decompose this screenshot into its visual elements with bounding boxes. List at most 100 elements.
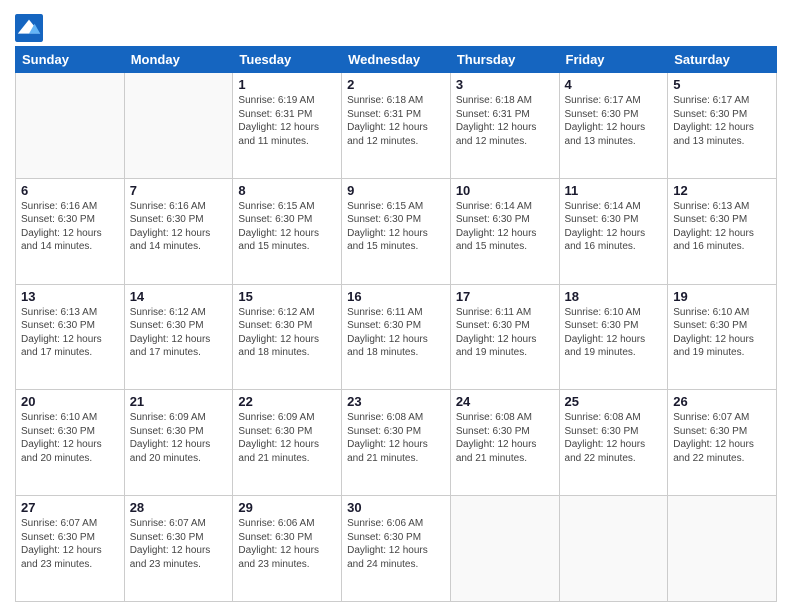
week-row-0: 1 Sunrise: 6:19 AM Sunset: 6:31 PM Daylig… [16,73,777,179]
day-number: 23 [347,394,445,409]
day-number: 27 [21,500,119,515]
logo [15,14,45,42]
day-number: 30 [347,500,445,515]
day-cell: 24Sunrise: 6:08 AM Sunset: 6:30 PM Dayli… [450,390,559,496]
day-cell: 9Sunrise: 6:15 AM Sunset: 6:30 PM Daylig… [342,178,451,284]
day-cell: 19 Sunrise: 6:10 AM Sunset: 6:30 PM Dayli… [668,284,777,390]
day-number: 15 [238,289,336,304]
day-info: Sunrise: 6:13 AM Sunset: 6:30 PM Dayligh… [673,200,771,254]
day-number: 17 [456,289,554,304]
day-cell: 26 Sunrise: 6:07 AM Sunset: 6:30 PM Dayli… [668,390,777,496]
day-cell: 13 Sunrise: 6:13 AM Sunset: 6:30 PM Dayli… [16,284,125,390]
calendar-body: 1 Sunrise: 6:19 AM Sunset: 6:31 PM Daylig… [16,73,777,602]
day-number: 11 [565,183,663,198]
day-number: 14 [130,289,228,304]
day-number: 22 [238,394,336,409]
day-cell: 29 Sunrise: 6:06 AM Sunset: 6:30 PM Dayli… [233,496,342,602]
day-number: 10 [456,183,554,198]
day-number: 18 [565,289,663,304]
day-number: 21 [130,394,228,409]
header-cell-wednesday: Wednesday [342,47,451,73]
day-cell: 11 Sunrise: 6:14 AM Sunset: 6:30 PM Dayli… [559,178,668,284]
day-info: Sunrise: 6:10 AM Sunset: 6:30 PM Dayligh… [673,306,771,360]
day-info: Sunrise: 6:14 AM Sunset: 6:30 PM Dayligh… [565,200,663,254]
day-info: Sunrise: 6:10 AM Sunset: 6:30 PM Dayligh… [565,306,663,360]
day-info: Sunrise: 6:16 AM Sunset: 6:30 PM Dayligh… [130,200,228,254]
day-info: Sunrise: 6:15 AM Sunset: 6:30 PM Dayligh… [238,200,336,254]
day-info: Sunrise: 6:18 AM Sunset: 6:31 PM Dayligh… [456,94,554,148]
day-number: 26 [673,394,771,409]
day-number: 25 [565,394,663,409]
calendar-header: SundayMondayTuesdayWednesdayThursdayFrid… [16,47,777,73]
day-info: Sunrise: 6:08 AM Sunset: 6:30 PM Dayligh… [565,411,663,465]
day-info: Sunrise: 6:07 AM Sunset: 6:30 PM Dayligh… [673,411,771,465]
header [15,10,777,42]
day-number: 4 [565,77,663,92]
day-info: Sunrise: 6:07 AM Sunset: 6:30 PM Dayligh… [21,517,119,571]
day-number: 1 [238,77,336,92]
day-cell: 6 Sunrise: 6:16 AM Sunset: 6:30 PM Daylig… [16,178,125,284]
day-cell: 30 Sunrise: 6:06 AM Sunset: 6:30 PM Dayli… [342,496,451,602]
header-cell-friday: Friday [559,47,668,73]
header-cell-tuesday: Tuesday [233,47,342,73]
day-info: Sunrise: 6:09 AM Sunset: 6:30 PM Dayligh… [130,411,228,465]
day-cell: 8 Sunrise: 6:15 AM Sunset: 6:30 PM Daylig… [233,178,342,284]
day-number: 12 [673,183,771,198]
day-cell [16,73,125,179]
week-row-2: 13 Sunrise: 6:13 AM Sunset: 6:30 PM Dayli… [16,284,777,390]
day-info: Sunrise: 6:14 AM Sunset: 6:30 PM Dayligh… [456,200,554,254]
day-info: Sunrise: 6:09 AM Sunset: 6:30 PM Dayligh… [238,411,336,465]
header-cell-saturday: Saturday [668,47,777,73]
day-cell: 20 Sunrise: 6:10 AM Sunset: 6:30 PM Dayli… [16,390,125,496]
header-cell-sunday: Sunday [16,47,125,73]
day-number: 5 [673,77,771,92]
day-number: 29 [238,500,336,515]
logo-icon [15,14,43,42]
day-number: 2 [347,77,445,92]
day-info: Sunrise: 6:11 AM Sunset: 6:30 PM Dayligh… [347,306,445,360]
day-cell [559,496,668,602]
day-info: Sunrise: 6:13 AM Sunset: 6:30 PM Dayligh… [21,306,119,360]
day-cell [450,496,559,602]
day-cell: 2 Sunrise: 6:18 AM Sunset: 6:31 PM Daylig… [342,73,451,179]
day-number: 7 [130,183,228,198]
day-number: 24 [456,394,554,409]
day-info: Sunrise: 6:07 AM Sunset: 6:30 PM Dayligh… [130,517,228,571]
header-cell-monday: Monday [124,47,233,73]
header-row: SundayMondayTuesdayWednesdayThursdayFrid… [16,47,777,73]
day-cell: 7 Sunrise: 6:16 AM Sunset: 6:30 PM Daylig… [124,178,233,284]
week-row-4: 27 Sunrise: 6:07 AM Sunset: 6:30 PM Dayli… [16,496,777,602]
day-number: 6 [21,183,119,198]
day-number: 13 [21,289,119,304]
day-number: 16 [347,289,445,304]
day-cell: 5Sunrise: 6:17 AM Sunset: 6:30 PM Daylig… [668,73,777,179]
day-info: Sunrise: 6:19 AM Sunset: 6:31 PM Dayligh… [238,94,336,148]
day-info: Sunrise: 6:17 AM Sunset: 6:30 PM Dayligh… [565,94,663,148]
day-info: Sunrise: 6:18 AM Sunset: 6:31 PM Dayligh… [347,94,445,148]
day-cell: 21 Sunrise: 6:09 AM Sunset: 6:30 PM Dayli… [124,390,233,496]
day-info: Sunrise: 6:12 AM Sunset: 6:30 PM Dayligh… [238,306,336,360]
day-info: Sunrise: 6:06 AM Sunset: 6:30 PM Dayligh… [347,517,445,571]
day-info: Sunrise: 6:08 AM Sunset: 6:30 PM Dayligh… [347,411,445,465]
day-info: Sunrise: 6:10 AM Sunset: 6:30 PM Dayligh… [21,411,119,465]
week-row-1: 6 Sunrise: 6:16 AM Sunset: 6:30 PM Daylig… [16,178,777,284]
day-cell: 1 Sunrise: 6:19 AM Sunset: 6:31 PM Daylig… [233,73,342,179]
day-number: 19 [673,289,771,304]
day-cell: 12 Sunrise: 6:13 AM Sunset: 6:30 PM Dayli… [668,178,777,284]
day-cell: 16 Sunrise: 6:11 AM Sunset: 6:30 PM Dayli… [342,284,451,390]
week-row-3: 20 Sunrise: 6:10 AM Sunset: 6:30 PM Dayli… [16,390,777,496]
day-cell: 15 Sunrise: 6:12 AM Sunset: 6:30 PM Dayli… [233,284,342,390]
day-cell: 25 Sunrise: 6:08 AM Sunset: 6:30 PM Dayli… [559,390,668,496]
day-number: 20 [21,394,119,409]
day-cell: 23 Sunrise: 6:08 AM Sunset: 6:30 PM Dayli… [342,390,451,496]
day-info: Sunrise: 6:12 AM Sunset: 6:30 PM Dayligh… [130,306,228,360]
day-info: Sunrise: 6:16 AM Sunset: 6:30 PM Dayligh… [21,200,119,254]
day-info: Sunrise: 6:06 AM Sunset: 6:30 PM Dayligh… [238,517,336,571]
day-cell: 14 Sunrise: 6:12 AM Sunset: 6:30 PM Dayli… [124,284,233,390]
day-cell: 4 Sunrise: 6:17 AM Sunset: 6:30 PM Daylig… [559,73,668,179]
day-number: 3 [456,77,554,92]
day-cell: 18 Sunrise: 6:10 AM Sunset: 6:30 PM Dayli… [559,284,668,390]
day-number: 8 [238,183,336,198]
day-cell: 28Sunrise: 6:07 AM Sunset: 6:30 PM Dayli… [124,496,233,602]
day-number: 9 [347,183,445,198]
